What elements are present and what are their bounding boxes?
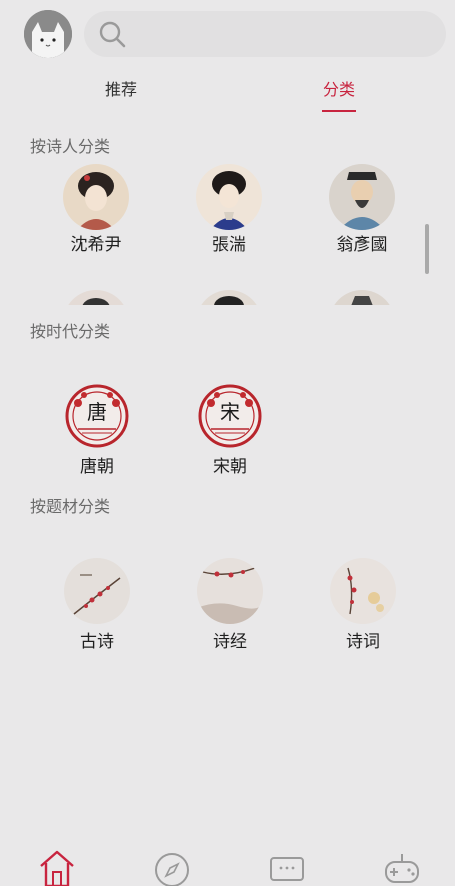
compass-icon[interactable] bbox=[152, 846, 192, 886]
section-title-topic: 按题材分类 bbox=[30, 497, 111, 516]
home-icon[interactable] bbox=[37, 846, 77, 886]
era-name[interactable]: 宋朝 bbox=[170, 452, 290, 477]
poet-scroll-area[interactable]: 沈希尹 張湍 翁彥國 bbox=[0, 160, 455, 305]
gamepad-icon[interactable] bbox=[382, 846, 422, 886]
poet-portrait[interactable] bbox=[196, 290, 262, 305]
topic-image[interactable] bbox=[330, 558, 396, 624]
tab-category[interactable]: 分类 bbox=[299, 76, 379, 100]
poet-portrait-image bbox=[329, 164, 395, 230]
poet-portrait-image bbox=[196, 164, 262, 230]
poet-portrait[interactable] bbox=[329, 164, 395, 230]
poet-portrait-image bbox=[329, 290, 395, 305]
search-icon bbox=[99, 21, 126, 48]
top-bar bbox=[0, 0, 455, 70]
topic-image[interactable] bbox=[64, 558, 130, 624]
seal-character: 宋 bbox=[220, 400, 240, 424]
avatar[interactable] bbox=[24, 10, 72, 58]
plum-landscape-icon bbox=[197, 558, 263, 624]
topic-name[interactable]: 诗词 bbox=[303, 627, 423, 652]
seal-character: 唐 bbox=[87, 400, 107, 424]
era-name[interactable]: 唐朝 bbox=[37, 452, 157, 477]
poet-portrait[interactable] bbox=[196, 164, 262, 230]
bottom-nav bbox=[0, 840, 455, 886]
poet-name[interactable]: 翁彥國 bbox=[302, 230, 422, 255]
tab-bar: 推荐 分类 bbox=[0, 70, 455, 114]
poet-portrait[interactable] bbox=[329, 290, 395, 305]
topic-image[interactable] bbox=[197, 558, 263, 624]
plum-flower-icon bbox=[330, 558, 396, 624]
topic-name[interactable]: 诗经 bbox=[170, 627, 290, 652]
search-bar[interactable] bbox=[84, 11, 446, 57]
poet-name[interactable]: 沈希尹 bbox=[36, 230, 156, 255]
active-tab-indicator bbox=[322, 110, 356, 112]
poet-portrait[interactable] bbox=[63, 290, 129, 305]
chat-icon[interactable] bbox=[267, 846, 307, 886]
poet-portrait-image bbox=[63, 164, 129, 230]
poet-name[interactable]: 張湍 bbox=[169, 230, 289, 255]
section-title-era: 按时代分类 bbox=[30, 322, 111, 341]
poet-portrait-image bbox=[63, 290, 129, 305]
tab-recommend[interactable]: 推荐 bbox=[81, 76, 161, 100]
topic-name[interactable]: 古诗 bbox=[37, 627, 157, 652]
poet-scrollbar[interactable] bbox=[425, 224, 429, 274]
section-title-poet: 按诗人分类 bbox=[30, 137, 111, 156]
poet-portrait-image bbox=[196, 290, 262, 305]
poet-portrait[interactable] bbox=[63, 164, 129, 230]
cat-avatar-icon bbox=[24, 10, 72, 58]
plum-blossom-icon bbox=[64, 558, 130, 624]
